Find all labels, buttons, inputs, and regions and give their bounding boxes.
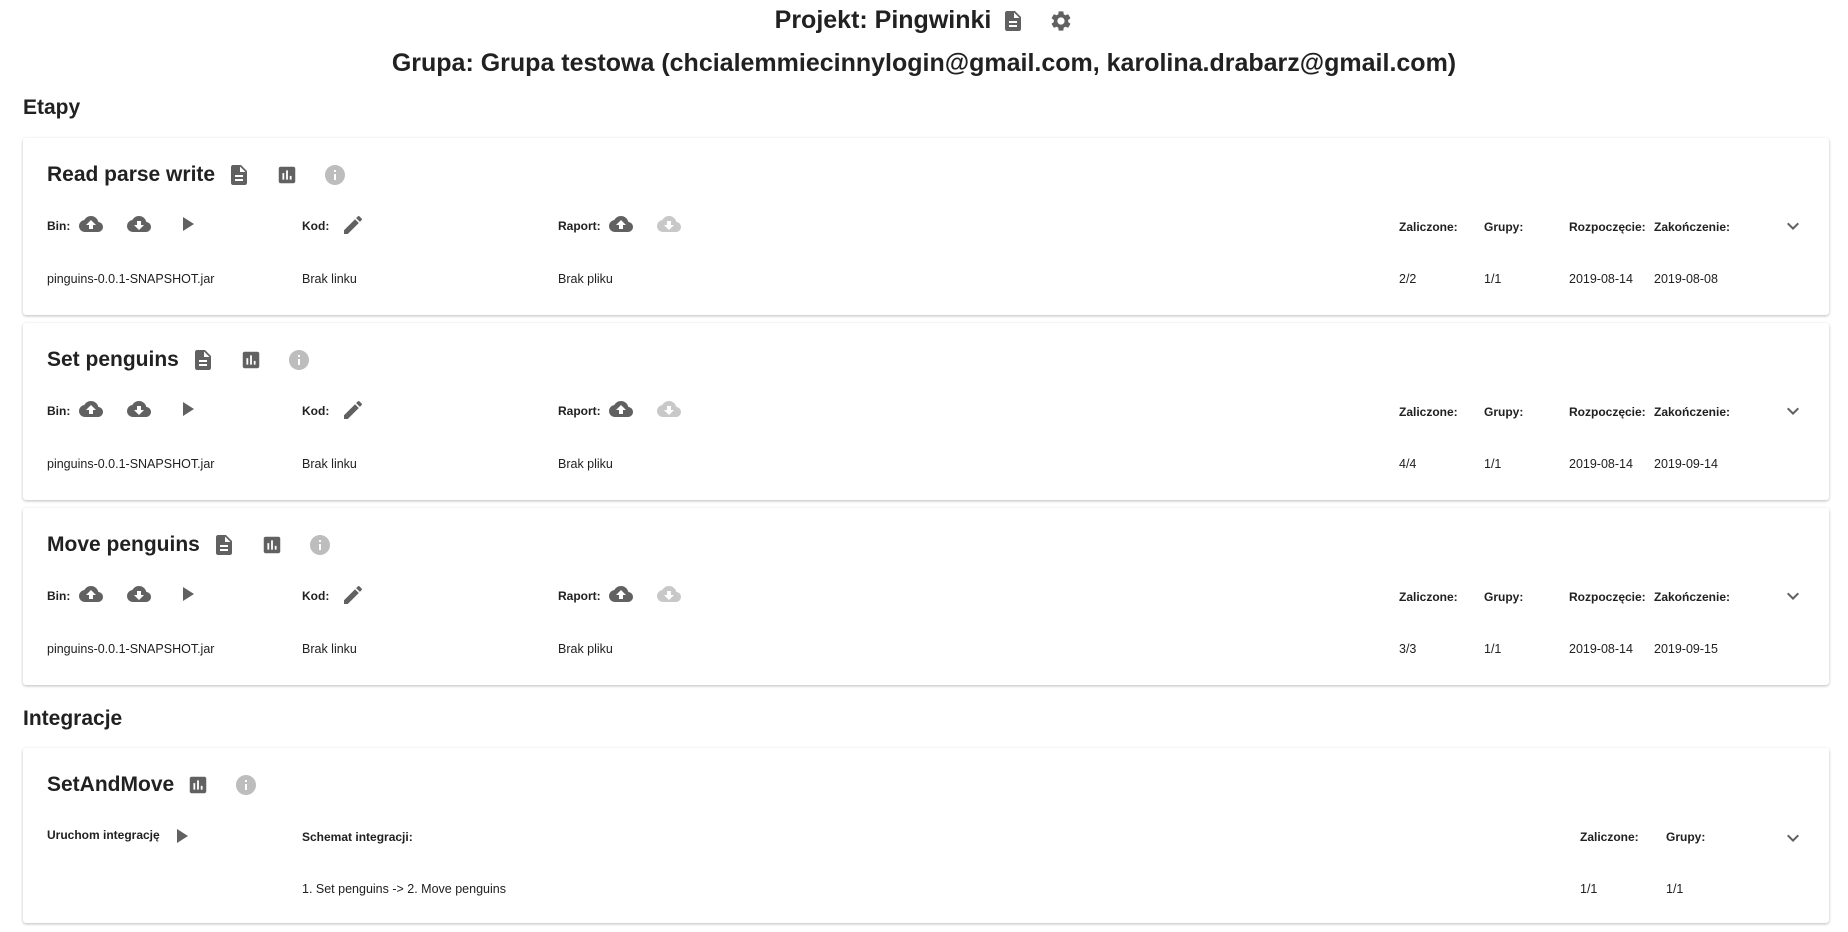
edit-icon[interactable]: [341, 398, 365, 422]
code-link-value: Brak linku: [302, 642, 357, 656]
passed-label: Zaliczone:: [1399, 590, 1458, 604]
chart-icon[interactable]: [260, 533, 284, 557]
report-file-value: Brak pliku: [558, 272, 613, 286]
passed-label: Zaliczone:: [1580, 830, 1639, 844]
download-icon: [657, 212, 681, 236]
upload-icon[interactable]: [609, 212, 633, 236]
passed-value: 4/4: [1399, 457, 1417, 471]
chevron-down-icon[interactable]: [1781, 584, 1805, 608]
passed-value: 3/3: [1399, 642, 1417, 656]
stage-card: Set penguins Bin: Kod: Raport: Zaliczone…: [23, 323, 1829, 500]
run-integration-label: Uruchom integrację: [47, 828, 160, 842]
start-date-value: 2019-08-14: [1569, 642, 1633, 656]
groups-label: Grupy:: [1484, 220, 1524, 234]
passed-label: Zaliczone:: [1399, 220, 1458, 234]
start-label: Rozpoczęcie:: [1569, 405, 1646, 419]
code-link-value: Brak linku: [302, 457, 357, 471]
edit-icon[interactable]: [341, 583, 365, 607]
report-file-value: Brak pliku: [558, 457, 613, 471]
chevron-down-icon[interactable]: [1781, 826, 1805, 850]
code-label: Kod:: [302, 589, 330, 603]
report-label: Raport:: [558, 219, 601, 233]
upload-icon[interactable]: [609, 397, 633, 421]
stage-title: Set penguins: [47, 348, 179, 371]
groups-label: Grupy:: [1484, 405, 1524, 419]
bin-label: Bin:: [47, 589, 71, 603]
chart-icon[interactable]: [239, 348, 263, 372]
download-icon[interactable]: [127, 582, 151, 606]
end-label: Zakończenie:: [1654, 220, 1731, 234]
chevron-down-icon[interactable]: [1781, 214, 1805, 238]
stage-title: Move penguins: [47, 533, 200, 556]
groups-value: 1/1: [1484, 642, 1502, 656]
groups-label: Grupy:: [1666, 830, 1706, 844]
gear-icon[interactable]: [1049, 9, 1073, 33]
play-icon[interactable]: [175, 582, 199, 606]
play-icon[interactable]: [169, 824, 193, 848]
groups-value: 1/1: [1666, 882, 1684, 896]
info-icon[interactable]: [308, 533, 332, 557]
description-icon[interactable]: [227, 163, 251, 187]
end-date-value: 2019-09-15: [1654, 642, 1718, 656]
report-label: Raport:: [558, 404, 601, 418]
project-title: Projekt: Pingwinki: [774, 6, 992, 34]
chevron-down-icon[interactable]: [1781, 399, 1805, 423]
start-date-value: 2019-08-14: [1569, 457, 1633, 471]
bin-file-value[interactable]: pinguins-0.0.1-SNAPSHOT.jar: [47, 457, 214, 471]
download-icon[interactable]: [127, 397, 151, 421]
passed-label: Zaliczone:: [1399, 405, 1458, 419]
integrations-section-title: Integracje: [23, 707, 123, 730]
report-file-value: Brak pliku: [558, 642, 613, 656]
download-icon[interactable]: [127, 212, 151, 236]
integration-card: SetAndMove Uruchom integrację Schemat in…: [23, 748, 1829, 923]
description-icon[interactable]: [212, 533, 236, 557]
play-icon[interactable]: [175, 397, 199, 421]
end-date-value: 2019-09-14: [1654, 457, 1718, 471]
integration-schema-value: 1. Set penguins -> 2. Move penguins: [302, 882, 506, 896]
download-icon: [657, 582, 681, 606]
end-label: Zakończenie:: [1654, 590, 1731, 604]
groups-value: 1/1: [1484, 272, 1502, 286]
bin-file-value[interactable]: pinguins-0.0.1-SNAPSHOT.jar: [47, 642, 214, 656]
project-header: Projekt: Pingwinki: [0, 6, 1848, 35]
end-date-value: 2019-08-08: [1654, 272, 1718, 286]
code-link-value: Brak linku: [302, 272, 357, 286]
upload-icon[interactable]: [609, 582, 633, 606]
groups-value: 1/1: [1484, 457, 1502, 471]
code-label: Kod:: [302, 219, 330, 233]
code-label: Kod:: [302, 404, 330, 418]
upload-icon[interactable]: [79, 582, 103, 606]
groups-label: Grupy:: [1484, 590, 1524, 604]
bin-label: Bin:: [47, 219, 71, 233]
start-label: Rozpoczęcie:: [1569, 220, 1646, 234]
chart-icon[interactable]: [186, 773, 210, 797]
stage-card: Move penguins Bin: Kod: Raport: Zaliczon…: [23, 508, 1829, 685]
end-label: Zakończenie:: [1654, 405, 1731, 419]
integration-title: SetAndMove: [47, 773, 175, 796]
description-icon[interactable]: [1001, 9, 1025, 33]
group-title: Grupa: Grupa testowa (chcialemmiecinnylo…: [391, 49, 1457, 77]
description-icon[interactable]: [191, 348, 215, 372]
edit-icon[interactable]: [341, 213, 365, 237]
chart-icon[interactable]: [275, 163, 299, 187]
download-icon: [657, 397, 681, 421]
bin-label: Bin:: [47, 404, 71, 418]
start-date-value: 2019-08-14: [1569, 272, 1633, 286]
stage-title: Read parse write: [47, 163, 216, 186]
stages-section-title: Etapy: [23, 96, 81, 119]
upload-icon[interactable]: [79, 397, 103, 421]
integration-schema-label: Schemat integracji:: [302, 830, 413, 844]
passed-value: 1/1: [1580, 882, 1598, 896]
upload-icon[interactable]: [79, 212, 103, 236]
play-icon[interactable]: [175, 212, 199, 236]
bin-file-value[interactable]: pinguins-0.0.1-SNAPSHOT.jar: [47, 272, 214, 286]
info-icon[interactable]: [287, 348, 311, 372]
info-icon[interactable]: [234, 773, 258, 797]
report-label: Raport:: [558, 589, 601, 603]
start-label: Rozpoczęcie:: [1569, 590, 1646, 604]
passed-value: 2/2: [1399, 272, 1417, 286]
info-icon[interactable]: [323, 163, 347, 187]
stage-card: Read parse write Bin: Kod: Raport: Zalic…: [23, 138, 1829, 315]
